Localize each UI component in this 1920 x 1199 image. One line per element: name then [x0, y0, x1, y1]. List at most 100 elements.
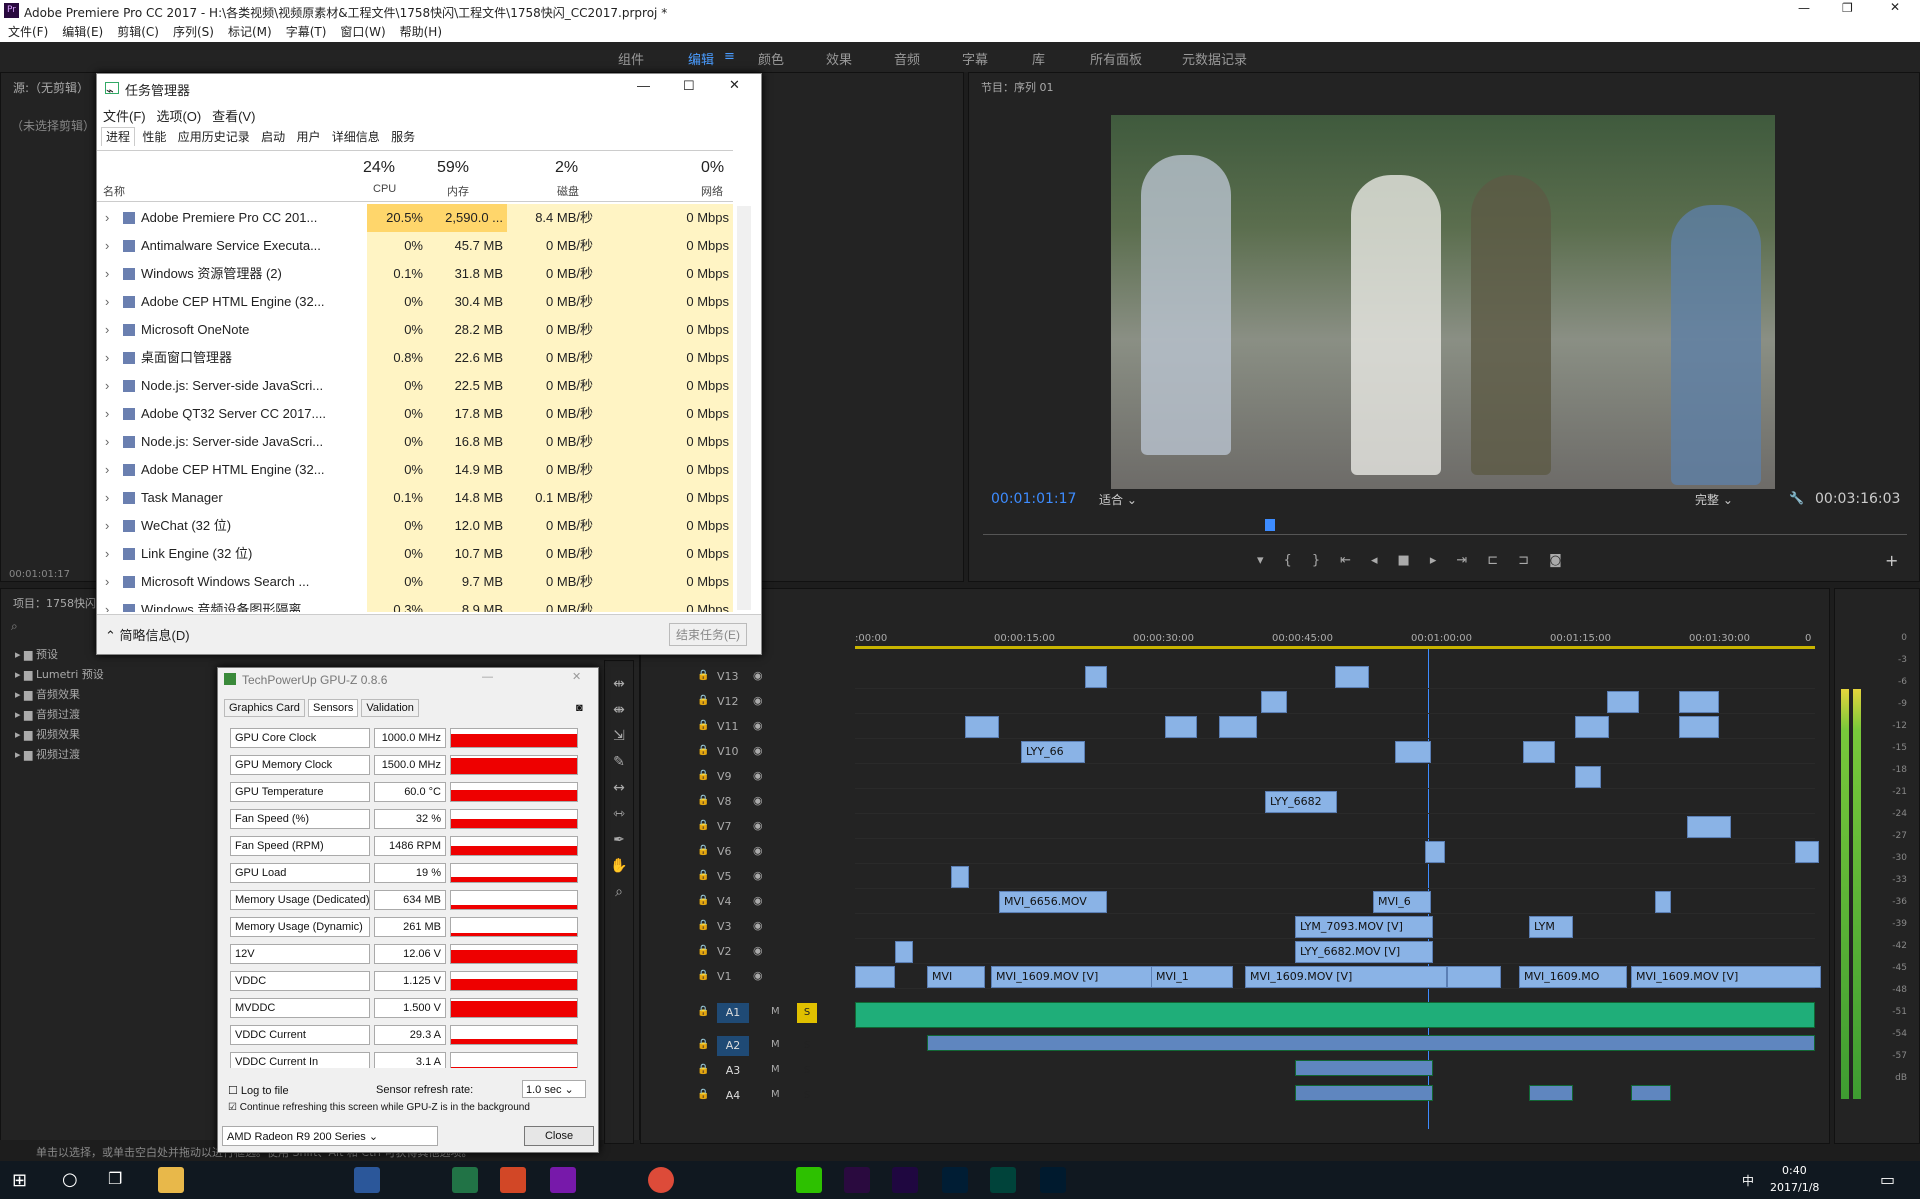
lock-icon[interactable]: 🔒 — [697, 1006, 709, 1017]
video-clip[interactable] — [1165, 716, 1197, 738]
add-button-icon[interactable]: + — [1885, 551, 1898, 570]
expand-chevron-icon[interactable]: › — [105, 232, 109, 260]
process-row[interactable]: › Link Engine (32 位) 0% 10.7 MB 0 MB/秒 0 Mbps — [97, 540, 733, 568]
gpuz-close-button[interactable]: ✕ — [572, 670, 581, 683]
lock-icon[interactable]: 🔒 — [697, 820, 709, 831]
ws-metadata[interactable]: 元数据记录 — [1182, 49, 1247, 68]
track-name[interactable]: V12 — [717, 695, 739, 708]
track-name[interactable]: V8 — [717, 795, 732, 808]
video-clip[interactable]: MVI_1 — [1151, 966, 1233, 988]
tab-app-history[interactable]: 应用历史记录 — [174, 128, 254, 146]
audio-clip[interactable] — [1631, 1085, 1671, 1101]
audio-clip[interactable] — [927, 1035, 1815, 1051]
ws-all-panels[interactable]: 所有面板 — [1090, 49, 1142, 68]
process-row[interactable]: › Microsoft OneNote 0% 28.2 MB 0 MB/秒 0 Mbps — [97, 316, 733, 344]
lock-icon[interactable]: 🔒 — [697, 1064, 709, 1075]
menu-window[interactable]: 窗口(W) — [340, 22, 385, 42]
project-label[interactable]: 项目：1758快闪 — [13, 595, 96, 611]
process-row[interactable]: › WeChat (32 位) 0% 12.0 MB 0 MB/秒 0 Mbps — [97, 512, 733, 540]
word-icon[interactable] — [354, 1167, 380, 1193]
audio-clip[interactable] — [1295, 1085, 1433, 1101]
rate-icon[interactable]: ⇲ — [605, 723, 633, 749]
ws-effects[interactable]: 效果 — [826, 49, 852, 68]
track-name[interactable]: A3 — [717, 1061, 749, 1081]
ws-color[interactable]: 颜色 — [758, 49, 784, 68]
process-row[interactable]: › Antimalware Service Executa... 0% 45.7 MB… — [97, 232, 733, 260]
photoshop-icon[interactable] — [942, 1167, 968, 1193]
expand-chevron-icon[interactable]: › — [105, 540, 109, 568]
tab-validation[interactable]: Validation — [361, 699, 419, 717]
solo-icon[interactable]: S — [797, 1036, 817, 1056]
track-name[interactable]: V1 — [717, 970, 732, 983]
lock-icon[interactable]: 🔒 — [697, 670, 709, 681]
tab-sensors[interactable]: Sensors — [307, 699, 359, 717]
menu-title[interactable]: 字幕(T) — [286, 22, 327, 42]
ripple-icon[interactable]: ⇹ — [605, 671, 633, 697]
track-name[interactable]: A2 — [717, 1036, 749, 1056]
menu-marker[interactable]: 标记(M) — [228, 22, 272, 42]
close-button[interactable]: ✕ — [1890, 0, 1900, 14]
list-item[interactable]: ▸ ▆ 音频效果 — [15, 685, 104, 705]
tm-menu-file[interactable]: 文件(F) — [103, 109, 146, 124]
tm-close-button[interactable]: ✕ — [729, 77, 740, 93]
video-clip[interactable]: MVI — [927, 966, 985, 988]
toggle-output-icon[interactable]: ◉ — [753, 694, 763, 707]
solo-icon[interactable]: S — [797, 1003, 817, 1023]
track-name[interactable]: V13 — [717, 670, 739, 683]
mute-icon[interactable]: M — [771, 1089, 780, 1100]
video-clip[interactable]: MVI_1609.MOV [V] — [991, 966, 1171, 988]
video-clip[interactable] — [1575, 766, 1601, 788]
start-icon[interactable]: ⊞ — [12, 1170, 27, 1191]
lock-icon[interactable]: 🔒 — [697, 870, 709, 881]
video-clip[interactable]: MVI_1609.MOV [V] — [1631, 966, 1821, 988]
expand-chevron-icon[interactable]: › — [105, 484, 109, 512]
video-clip[interactable] — [1335, 666, 1369, 688]
sensor-name[interactable]: Fan Speed (%) — [230, 809, 370, 829]
ws-assembly[interactable]: 组件 — [618, 49, 644, 68]
process-row[interactable]: › Adobe Premiere Pro CC 201... 20.5% 2,590.… — [97, 204, 733, 232]
menu-help[interactable]: 帮助(H) — [400, 22, 442, 42]
video-clip[interactable] — [1575, 716, 1609, 738]
extract-icon[interactable]: ⊐ — [1518, 553, 1549, 568]
expand-chevron-icon[interactable]: › — [105, 428, 109, 456]
process-row[interactable]: › 桌面窗口管理器 0.8% 22.6 MB 0 MB/秒 0 Mbps — [97, 344, 733, 372]
video-clip[interactable]: MVI_1609.MOV [V] — [1245, 966, 1447, 988]
fit-dropdown[interactable]: 适合 ⌄ — [1099, 491, 1179, 508]
slip-icon[interactable]: ↔ — [605, 775, 633, 801]
solo-icon[interactable]: S — [797, 1061, 817, 1081]
audition-icon[interactable] — [990, 1167, 1016, 1193]
camera-icon[interactable]: ◙ — [576, 702, 583, 714]
gpuz-minimize-button[interactable]: — — [482, 671, 493, 683]
list-item[interactable]: ▸ ▆ 视频效果 — [15, 725, 104, 745]
gpu-select[interactable]: AMD Radeon R9 200 Series ⌄ — [222, 1126, 438, 1146]
col-name[interactable]: 名称 — [103, 183, 125, 199]
video-clip[interactable]: LYM — [1529, 916, 1573, 938]
mark-in-icon[interactable]: { — [1284, 553, 1312, 568]
mem-percent[interactable]: 59% — [437, 159, 469, 177]
lock-icon[interactable]: 🔒 — [697, 845, 709, 856]
program-label[interactable]: 节目：序列 01 — [981, 79, 1054, 95]
wechat-icon[interactable] — [796, 1167, 822, 1193]
expand-chevron-icon[interactable]: › — [105, 596, 109, 612]
program-timecode[interactable]: 00:01:01:17 — [991, 491, 1076, 507]
lock-icon[interactable]: 🔒 — [697, 920, 709, 931]
sensor-name[interactable]: VDDC Current — [230, 1025, 370, 1045]
disk-percent[interactable]: 2% — [555, 159, 578, 177]
toggle-output-icon[interactable]: ◉ — [753, 819, 763, 832]
ime-indicator[interactable]: 中 — [1742, 1172, 1754, 1189]
video-clip[interactable]: MVI_6 — [1373, 891, 1431, 913]
playhead-marker-icon[interactable] — [1265, 519, 1275, 531]
lock-icon[interactable]: 🔒 — [697, 945, 709, 956]
toggle-output-icon[interactable]: ◉ — [753, 844, 763, 857]
audio-clip[interactable] — [855, 1002, 1815, 1028]
fewer-details-button[interactable]: ⌃ 简略信息(D) — [105, 625, 190, 644]
expand-chevron-icon[interactable]: › — [105, 204, 109, 232]
video-clip[interactable]: LYY_6682 — [1265, 791, 1337, 813]
step-back-icon[interactable]: ◂ — [1371, 553, 1398, 568]
cpu-percent[interactable]: 24% — [363, 159, 395, 177]
toggle-output-icon[interactable]: ◉ — [753, 894, 763, 907]
toggle-output-icon[interactable]: ◉ — [753, 919, 763, 932]
video-clip[interactable] — [1607, 691, 1639, 713]
search-icon[interactable]: ○ — [62, 1169, 78, 1190]
col-net[interactable]: 网络 — [701, 183, 723, 199]
